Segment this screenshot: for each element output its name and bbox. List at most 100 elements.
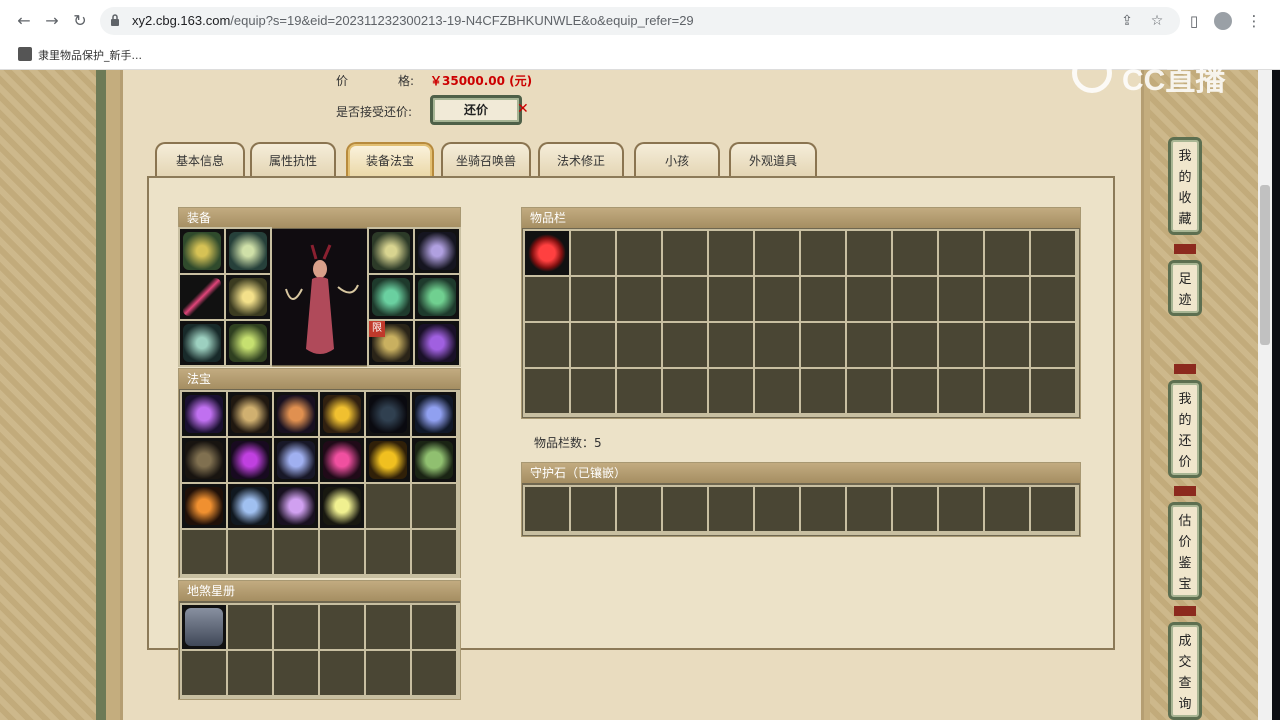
inventory-slot[interactable] [755, 277, 799, 321]
star-book-slot[interactable] [412, 651, 456, 695]
treasure-slot[interactable] [412, 438, 456, 482]
inventory-slot[interactable] [525, 369, 569, 413]
equipment-slot[interactable] [180, 321, 224, 365]
treasure-slot[interactable] [366, 484, 410, 528]
star-book-slot[interactable] [320, 651, 364, 695]
equipment-slot[interactable] [369, 229, 413, 273]
guard-stone-slot[interactable] [939, 487, 983, 531]
sidebar-button[interactable]: 估价鉴宝 [1168, 502, 1202, 600]
treasure-slot[interactable] [274, 484, 318, 528]
inventory-slot[interactable] [525, 231, 569, 275]
tab-item[interactable]: 基本信息 [155, 142, 245, 178]
forward-icon[interactable]: → [42, 11, 62, 31]
inventory-slot[interactable] [985, 231, 1029, 275]
tab-item[interactable]: 坐骑召唤兽 [441, 142, 531, 178]
inventory-slot[interactable] [755, 231, 799, 275]
treasure-slot[interactable] [412, 392, 456, 436]
inventory-slot[interactable] [663, 323, 707, 367]
bookmark-item[interactable]: 隶里物品保护_新手... [38, 47, 142, 63]
inventory-slot[interactable] [1031, 369, 1075, 413]
inventory-slot[interactable] [571, 277, 615, 321]
inventory-slot[interactable] [663, 369, 707, 413]
star-book-slot[interactable] [320, 605, 364, 649]
inventory-slot[interactable] [801, 231, 845, 275]
equipment-slot[interactable] [180, 275, 224, 319]
inventory-slot[interactable] [663, 231, 707, 275]
inventory-slot[interactable] [893, 277, 937, 321]
sidepanel-icon[interactable]: ▯ [1184, 11, 1204, 31]
treasure-slot[interactable] [228, 438, 272, 482]
equipment-slot[interactable] [226, 275, 270, 319]
inventory-slot[interactable] [571, 231, 615, 275]
equipment-slot[interactable] [415, 275, 459, 319]
star-book-slot[interactable] [366, 651, 410, 695]
inventory-slot[interactable] [755, 369, 799, 413]
inventory-slot[interactable] [985, 277, 1029, 321]
inventory-slot[interactable] [709, 369, 753, 413]
treasure-slot[interactable] [366, 530, 410, 574]
inventory-slot[interactable] [571, 323, 615, 367]
inventory-slot[interactable] [663, 277, 707, 321]
treasure-slot[interactable] [182, 392, 226, 436]
inventory-slot[interactable] [847, 277, 891, 321]
sidebar-button[interactable]: 我的收藏 [1168, 137, 1202, 235]
inventory-slot[interactable] [847, 369, 891, 413]
equipment-slot[interactable] [369, 275, 413, 319]
treasure-slot[interactable] [228, 530, 272, 574]
guard-stone-slot[interactable] [663, 487, 707, 531]
equipment-slot[interactable] [415, 229, 459, 273]
scrollbar-thumb[interactable] [1260, 185, 1270, 345]
inventory-slot[interactable] [801, 369, 845, 413]
inventory-slot[interactable] [571, 369, 615, 413]
treasure-slot[interactable] [182, 438, 226, 482]
bookmark-star-icon[interactable]: ☆ [1148, 12, 1166, 30]
tab-item[interactable]: 外观道具 [729, 142, 817, 178]
tab-item[interactable]: 装备法宝 [346, 142, 434, 178]
treasure-slot[interactable] [412, 484, 456, 528]
treasure-slot[interactable] [320, 484, 364, 528]
inventory-slot[interactable] [709, 231, 753, 275]
treasure-slot[interactable] [274, 392, 318, 436]
inventory-slot[interactable] [1031, 277, 1075, 321]
guard-stone-slot[interactable] [755, 487, 799, 531]
star-book-slot[interactable] [274, 651, 318, 695]
inventory-slot[interactable] [755, 323, 799, 367]
treasure-slot[interactable] [366, 438, 410, 482]
address-bar[interactable]: xy2.cbg.163.com/equip?s=19&eid=202311232… [100, 7, 1180, 35]
reload-icon[interactable]: ↻ [70, 11, 90, 31]
equipment-slot[interactable]: 限 [369, 321, 413, 365]
guard-stone-slot[interactable] [1031, 487, 1075, 531]
treasure-slot[interactable] [228, 392, 272, 436]
profile-avatar[interactable] [1214, 12, 1232, 30]
equipment-slot[interactable] [226, 229, 270, 273]
treasure-slot[interactable] [274, 530, 318, 574]
inventory-slot[interactable] [709, 323, 753, 367]
inventory-slot[interactable] [617, 277, 661, 321]
star-book-slot[interactable] [182, 605, 226, 649]
inventory-slot[interactable] [617, 369, 661, 413]
tab-item[interactable]: 法术修正 [538, 142, 624, 178]
equipment-slot[interactable] [415, 321, 459, 365]
star-book-slot[interactable] [228, 605, 272, 649]
inventory-slot[interactable] [893, 369, 937, 413]
treasure-slot[interactable] [274, 438, 318, 482]
star-book-slot[interactable] [412, 605, 456, 649]
inventory-slot[interactable] [985, 369, 1029, 413]
equipment-slot[interactable] [180, 229, 224, 273]
inventory-slot[interactable] [847, 323, 891, 367]
inventory-slot[interactable] [847, 231, 891, 275]
share-icon[interactable]: ⇪ [1118, 12, 1136, 30]
inventory-slot[interactable] [939, 231, 983, 275]
back-icon[interactable]: ← [14, 11, 34, 31]
treasure-slot[interactable] [320, 392, 364, 436]
inventory-slot[interactable] [801, 323, 845, 367]
guard-stone-slot[interactable] [847, 487, 891, 531]
sidebar-button[interactable]: 成交查询 [1168, 622, 1202, 720]
star-book-slot[interactable] [228, 651, 272, 695]
treasure-slot[interactable] [320, 438, 364, 482]
guard-stone-slot[interactable] [985, 487, 1029, 531]
guard-stone-slot[interactable] [525, 487, 569, 531]
treasure-slot[interactable] [366, 392, 410, 436]
guard-stone-slot[interactable] [617, 487, 661, 531]
treasure-slot[interactable] [412, 530, 456, 574]
